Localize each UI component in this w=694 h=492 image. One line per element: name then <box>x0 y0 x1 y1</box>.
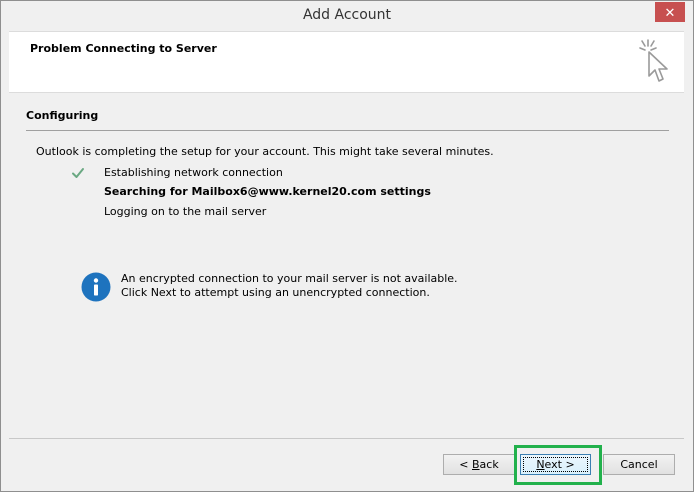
wizard-cursor-icon <box>639 39 668 82</box>
add-account-dialog: Add Account ✕ Problem Connecting to Serv… <box>0 0 694 492</box>
next-button[interactable]: Next > <box>520 454 591 475</box>
step-logging-on: Logging on to the mail server <box>104 205 267 218</box>
section-divider <box>26 130 669 131</box>
info-icon <box>81 272 111 302</box>
step-searching-settings: Searching for Mailbox6@www.kernel20.com … <box>104 185 431 198</box>
close-button[interactable]: ✕ <box>655 2 685 22</box>
header-panel: Problem Connecting to Server <box>9 31 684 93</box>
back-button-accel: B <box>472 458 480 471</box>
check-icon <box>72 168 84 178</box>
back-button-prefix: < <box>459 458 472 471</box>
info-message-line-1: An encrypted connection to your mail ser… <box>121 272 458 285</box>
close-icon: ✕ <box>664 5 676 20</box>
section-title: Configuring <box>26 109 99 122</box>
step-establishing-connection: Establishing network connection <box>104 166 283 179</box>
footer-divider <box>9 438 684 439</box>
window-title: Add Account <box>302 7 392 23</box>
intro-text: Outlook is completing the setup for your… <box>36 145 494 158</box>
next-button-accel: N <box>536 458 545 471</box>
back-button[interactable]: < Back <box>443 454 515 475</box>
title-bar[interactable]: Add Account ✕ <box>1 1 693 31</box>
back-button-rest: ack <box>479 458 499 471</box>
page-heading: Problem Connecting to Server <box>30 42 217 55</box>
info-message-line-2: Click Next to attempt using an unencrypt… <box>121 286 430 299</box>
next-button-rest: ext > <box>544 458 575 471</box>
cancel-button[interactable]: Cancel <box>603 454 675 475</box>
